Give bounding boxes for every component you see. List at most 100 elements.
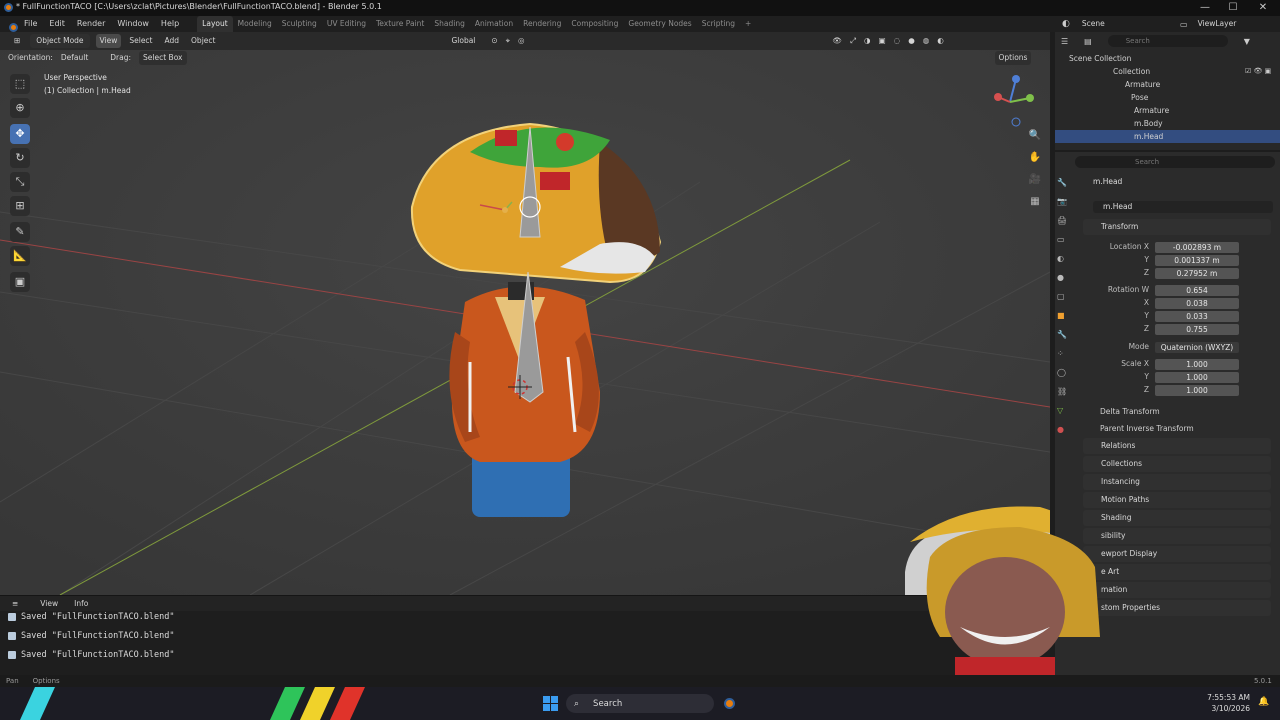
outliner-row-scene-collection[interactable]: Scene Collection: [1055, 52, 1280, 65]
tab-uv-editing[interactable]: UV Editing: [322, 16, 371, 32]
measure-tool-icon[interactable]: 📐: [10, 246, 30, 266]
location-x-field[interactable]: -0.002893 m: [1155, 242, 1239, 253]
tab-compositing[interactable]: Compositing: [566, 16, 623, 32]
tab-world-icon[interactable]: ●: [1057, 273, 1071, 292]
visibility-icon[interactable]: 👁: [828, 34, 846, 48]
menu-file[interactable]: File: [18, 16, 43, 32]
menu-view[interactable]: View: [95, 34, 122, 48]
shading-rendered-icon[interactable]: ◐: [933, 34, 948, 48]
tab-sculpting[interactable]: Sculpting: [277, 16, 322, 32]
tab-shading[interactable]: Shading: [429, 16, 469, 32]
shading-wireframe-icon[interactable]: ◌: [890, 34, 905, 48]
rotation-mode-dropdown[interactable]: Quaternion (WXYZ): [1155, 342, 1239, 353]
tab-modeling[interactable]: Modeling: [233, 16, 277, 32]
shading-material-icon[interactable]: ◍: [919, 34, 934, 48]
tab-layout[interactable]: Layout: [197, 16, 233, 32]
xray-icon[interactable]: ▣: [875, 34, 890, 48]
snapping-icon[interactable]: ⌖: [502, 34, 514, 48]
scale-tool-icon[interactable]: ⤡: [10, 172, 30, 192]
motion-paths-panel-header[interactable]: Motion Paths: [1083, 492, 1271, 508]
tab-physics-icon[interactable]: ◯: [1057, 368, 1071, 387]
menu-object[interactable]: Object: [187, 34, 219, 48]
scale-y-field[interactable]: 1.000: [1155, 372, 1239, 383]
outliner-visibility-icons[interactable]: ☑ 👁 ▣: [1245, 67, 1271, 75]
shading-solid-icon[interactable]: ●: [904, 34, 919, 48]
outliner-editor-icon[interactable]: ☰: [1061, 37, 1068, 46]
relations-panel-header[interactable]: Relations: [1083, 438, 1271, 454]
notification-icon[interactable]: 🔔: [1258, 697, 1269, 707]
tab-object-icon[interactable]: ■: [1057, 311, 1071, 330]
tab-view-layer-icon[interactable]: ▭: [1057, 235, 1071, 254]
blender-taskbar-icon[interactable]: [724, 698, 735, 709]
location-y-field[interactable]: 0.001337 m: [1155, 255, 1239, 266]
mode-selector[interactable]: Object Mode: [30, 34, 90, 48]
transform-orientation[interactable]: Global: [447, 34, 479, 48]
tab-animation[interactable]: Animation: [470, 16, 518, 32]
parent-inverse-subpanel[interactable]: Parent Inverse Transform: [1100, 424, 1194, 433]
delta-transform-subpanel[interactable]: Delta Transform: [1100, 407, 1160, 416]
outliner-row-m-head[interactable]: m.Head: [1055, 130, 1280, 143]
blender-menu-icon[interactable]: [9, 22, 18, 32]
3d-viewport[interactable]: [0, 32, 1050, 595]
close-button[interactable]: ✕: [1249, 0, 1277, 16]
start-button[interactable]: [543, 696, 558, 711]
tab-tool-icon[interactable]: 🔧: [1057, 178, 1071, 197]
tab-data-icon[interactable]: ▽: [1057, 406, 1071, 425]
pivot-point-icon[interactable]: ⊙: [487, 34, 501, 48]
maximize-button[interactable]: ☐: [1219, 0, 1247, 16]
proportional-edit-icon[interactable]: ◎: [514, 34, 529, 48]
collections-panel-header[interactable]: Collections: [1083, 456, 1271, 472]
camera-view-icon[interactable]: 🎥: [1027, 172, 1043, 188]
add-workspace-button[interactable]: +: [740, 16, 756, 32]
view-layer-selector[interactable]: ▭ ViewLayer: [1180, 17, 1240, 31]
orientation-dropdown[interactable]: Default: [57, 51, 92, 65]
options-dropdown[interactable]: Options: [994, 51, 1032, 65]
add-cube-tool-icon[interactable]: ▣: [10, 272, 30, 292]
pan-hand-icon[interactable]: ✋: [1027, 150, 1043, 166]
outliner-row-armature-data[interactable]: Armature: [1055, 104, 1280, 117]
scale-z-field[interactable]: 1.000: [1155, 385, 1239, 396]
taskbar-search[interactable]: ⌕ Search: [566, 694, 714, 713]
filter-icon[interactable]: ▼: [1244, 37, 1250, 46]
tab-collection-icon[interactable]: ▢: [1057, 292, 1071, 311]
rotation-z-field[interactable]: 0.755: [1155, 324, 1239, 335]
cursor-tool-icon[interactable]: ⊕: [10, 98, 30, 118]
tab-particles-icon[interactable]: ⁘: [1057, 349, 1071, 368]
outliner-row-pose[interactable]: Pose: [1055, 91, 1280, 104]
zoom-icon[interactable]: 🔍: [1027, 128, 1043, 144]
menu-select[interactable]: Select: [125, 34, 156, 48]
menu-render[interactable]: Render: [71, 16, 111, 32]
display-mode-icon[interactable]: ▤: [1084, 37, 1092, 46]
outliner-search-input[interactable]: Search: [1107, 35, 1228, 47]
editor-type-icon[interactable]: ⊞: [10, 34, 24, 48]
menu-window[interactable]: Window: [111, 16, 155, 32]
instancing-panel-header[interactable]: Instancing: [1083, 474, 1271, 490]
properties-search-input[interactable]: Search: [1075, 156, 1275, 168]
tab-constraints-icon[interactable]: ⛓: [1057, 387, 1071, 406]
drag-dropdown[interactable]: Select Box: [139, 51, 187, 65]
tab-output-icon[interactable]: 🖨: [1057, 216, 1071, 235]
menu-help[interactable]: Help: [155, 16, 185, 32]
location-z-field[interactable]: 0.27952 m: [1155, 268, 1239, 279]
menu-add[interactable]: Add: [161, 34, 184, 48]
rotation-x-field[interactable]: 0.038: [1155, 298, 1239, 309]
overlay-icon[interactable]: ◑: [860, 34, 875, 48]
rotate-tool-icon[interactable]: ↻: [10, 148, 30, 168]
select-tool-icon[interactable]: ⬚: [10, 74, 30, 94]
tab-render-icon[interactable]: 📷: [1057, 197, 1071, 216]
annotate-tool-icon[interactable]: ✎: [10, 222, 30, 242]
rotation-y-field[interactable]: 0.033: [1155, 311, 1239, 322]
scale-x-field[interactable]: 1.000: [1155, 359, 1239, 370]
log-line[interactable]: Saved "FullFunctionTACO.blend": [8, 608, 175, 627]
tab-modifiers-icon[interactable]: 🔧: [1057, 330, 1071, 349]
transform-tool-icon[interactable]: ⊞: [10, 196, 30, 216]
grid-toggle-icon[interactable]: ▦: [1027, 194, 1043, 210]
object-name-field[interactable]: m.Head: [1093, 201, 1273, 213]
tab-scripting[interactable]: Scripting: [697, 16, 740, 32]
menu-edit[interactable]: Edit: [43, 16, 71, 32]
tab-geometry-nodes[interactable]: Geometry Nodes: [623, 16, 696, 32]
move-tool-icon[interactable]: ✥: [10, 124, 30, 144]
log-line[interactable]: Saved "FullFunctionTACO.blend": [8, 646, 175, 665]
tab-scene-icon[interactable]: ◐: [1057, 254, 1071, 273]
tab-material-icon[interactable]: ●: [1057, 425, 1071, 444]
